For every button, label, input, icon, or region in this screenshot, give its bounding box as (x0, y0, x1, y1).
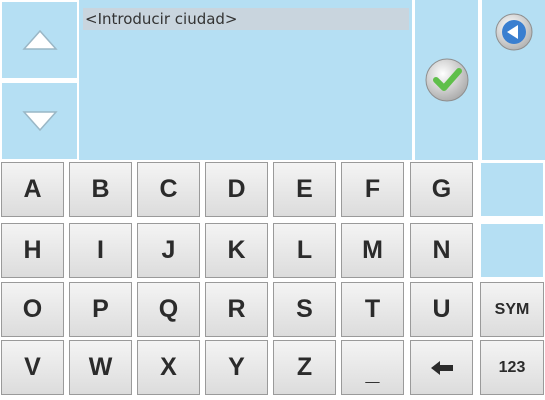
keyboard: A B C D E F G H I J K L M N O P Q R S T U SYM V W X Y Z _ 123 (0, 162, 545, 400)
scroll-down-button[interactable] (1, 82, 78, 160)
blank-key (480, 162, 544, 217)
letter-key-l[interactable]: L (273, 223, 336, 278)
letter-key-g[interactable]: G (410, 162, 473, 217)
backspace-key[interactable] (410, 340, 473, 395)
letter-key-z[interactable]: Z (273, 340, 336, 395)
letter-key-f[interactable]: F (341, 162, 404, 217)
letter-key-h[interactable]: H (1, 223, 64, 278)
letter-key-u[interactable]: U (410, 282, 473, 337)
letter-key-t[interactable]: T (341, 282, 404, 337)
city-text-area[interactable]: <Introducir ciudad> (79, 0, 412, 160)
triangle-down-icon (21, 111, 58, 132)
city-input-field[interactable]: <Introducir ciudad> (83, 8, 409, 30)
letter-key-r[interactable]: R (205, 282, 268, 337)
confirm-button[interactable] (413, 0, 478, 160)
letter-key-o[interactable]: O (1, 282, 64, 337)
letter-key-n[interactable]: N (410, 223, 473, 278)
city-input-screen: <Introducir ciudad> A B C D E F G H I J … (0, 0, 545, 400)
letter-key-v[interactable]: V (1, 340, 64, 395)
letter-key-i[interactable]: I (69, 223, 132, 278)
letter-key-p[interactable]: P (69, 282, 132, 337)
letter-key-q[interactable]: Q (137, 282, 200, 337)
back-arrow-icon (495, 13, 532, 51)
checkmark-icon (425, 58, 468, 102)
letter-key-s[interactable]: S (273, 282, 336, 337)
underscore-key[interactable]: _ (341, 340, 404, 395)
letter-key-j[interactable]: J (137, 223, 200, 278)
back-button[interactable] (480, 0, 545, 160)
backspace-arrow-icon (430, 360, 453, 375)
letter-key-m[interactable]: M (341, 223, 404, 278)
numbers-key[interactable]: 123 (480, 340, 544, 395)
symbols-key[interactable]: SYM (480, 282, 544, 337)
letter-key-a[interactable]: A (1, 162, 64, 217)
blank-key (480, 223, 544, 278)
letter-key-c[interactable]: C (137, 162, 200, 217)
letter-key-k[interactable]: K (205, 223, 268, 278)
letter-key-b[interactable]: B (69, 162, 132, 217)
letter-key-d[interactable]: D (205, 162, 268, 217)
input-panel: <Introducir ciudad> (0, 0, 545, 160)
letter-key-y[interactable]: Y (205, 340, 268, 395)
letter-key-w[interactable]: W (69, 340, 132, 395)
scroll-up-button[interactable] (1, 1, 78, 79)
letter-key-e[interactable]: E (273, 162, 336, 217)
triangle-up-icon (21, 29, 58, 50)
letter-key-x[interactable]: X (137, 340, 200, 395)
